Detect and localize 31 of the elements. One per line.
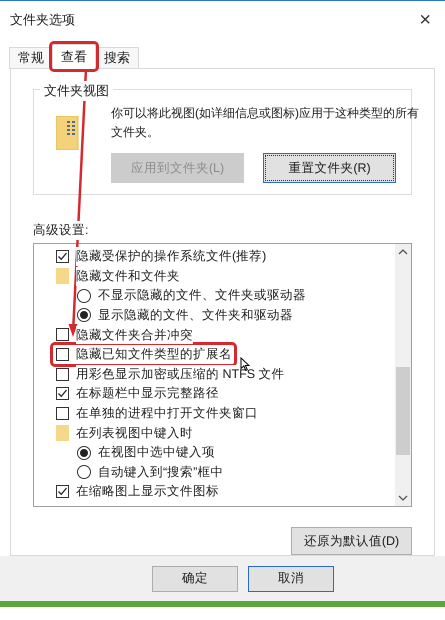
radio-button[interactable] — [77, 446, 91, 460]
description-text: 你可以将此视图(如详细信息或图标)应用于这种类型的所有文件夹。 — [111, 105, 420, 141]
setting-label: 用彩色显示加密或压缩的 NTFS 文件 — [76, 364, 285, 384]
section-label: 高级设置: — [33, 221, 88, 240]
window-title: 文件夹选项 — [10, 11, 75, 30]
folder-view-icon — [56, 116, 80, 150]
checkbox[interactable] — [56, 387, 69, 400]
checkbox[interactable] — [56, 250, 69, 264]
setting-label: 隐藏受保护的操作系统文件(推荐) — [76, 247, 266, 266]
folder-icon — [56, 424, 69, 441]
scrollbar[interactable] — [395, 244, 411, 506]
checkbox[interactable] — [56, 328, 69, 342]
mouse-cursor-icon — [240, 357, 250, 371]
radio-button[interactable] — [77, 465, 91, 480]
checkbox[interactable] — [56, 406, 69, 420]
restore-defaults-button[interactable]: 还原为默认值(D) — [291, 527, 412, 555]
scrollbar-thumb[interactable] — [396, 366, 410, 455]
checkbox[interactable] — [56, 368, 69, 381]
radio-button[interactable] — [77, 288, 91, 303]
reset-button[interactable]: 重置文件夹(R) — [263, 153, 396, 183]
checkbox[interactable] — [56, 485, 69, 498]
cancel-button[interactable]: 取消 — [248, 566, 334, 592]
checkbox[interactable] — [56, 348, 69, 362]
tab[interactable]: 查看 — [52, 44, 96, 69]
folder-icon — [56, 268, 69, 284]
radio-button[interactable] — [77, 308, 91, 322]
ok-button[interactable]: 确定 — [152, 566, 238, 592]
setting-label: 隐藏文件夹合并冲突 — [76, 326, 193, 344]
setting-label: 隐藏文件和文件夹 — [76, 266, 180, 286]
close-button[interactable]: × — [419, 10, 431, 30]
group-title: 文件夹视图 — [40, 81, 113, 100]
